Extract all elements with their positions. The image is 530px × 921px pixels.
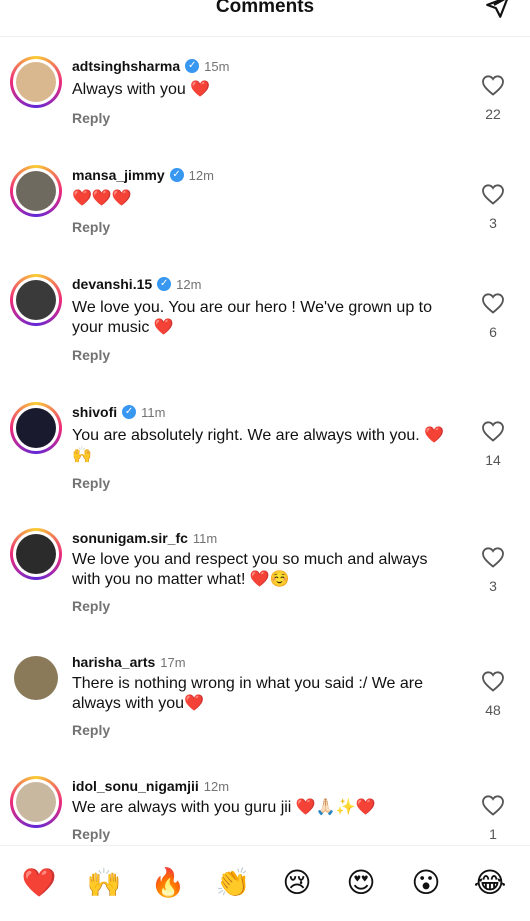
- reaction-heart-eyes-emoji[interactable]: 😍: [341, 866, 381, 900]
- reply-button[interactable]: Reply: [72, 475, 110, 491]
- verified-badge-icon: ✓: [169, 168, 184, 182]
- comment-text: You are absolutely right. We are always …: [72, 427, 445, 464]
- like-count: 1: [489, 826, 497, 842]
- avatar[interactable]: [10, 56, 62, 108]
- comment-text: There is nothing wrong in what you said …: [72, 675, 423, 712]
- reaction-raised-hands-emoji[interactable]: 🙌: [84, 866, 124, 900]
- heart-icon[interactable]: [481, 670, 505, 692]
- reply-button[interactable]: Reply: [72, 826, 110, 842]
- avatar[interactable]: [10, 402, 62, 454]
- username[interactable]: adtsinghsharma: [72, 58, 180, 74]
- comment-text: Always with you ❤️: [72, 81, 211, 98]
- timestamp: 12m: [203, 778, 230, 794]
- username[interactable]: sonunigam.sir_fc: [72, 530, 188, 546]
- comment-text: We are always with you guru jii ❤️🙏🏻✨❤️: [72, 799, 376, 816]
- like-button[interactable]: 3: [480, 546, 506, 594]
- reaction-heart-emoji[interactable]: ❤️: [19, 866, 59, 900]
- like-count: 3: [489, 578, 497, 594]
- timestamp: 12m: [176, 276, 202, 292]
- avatar[interactable]: [10, 528, 62, 580]
- like-button[interactable]: 6: [480, 292, 506, 340]
- timestamp: 12m: [188, 167, 214, 183]
- like-count: 6: [489, 324, 497, 340]
- reaction-laughing-emoji[interactable]: 😂: [470, 866, 510, 900]
- timestamp: 11m: [192, 530, 218, 546]
- like-count: 14: [485, 452, 501, 468]
- username[interactable]: shivofi: [72, 404, 117, 420]
- username[interactable]: idol_sonu_nigamjii: [72, 778, 199, 794]
- reaction-fire-emoji[interactable]: 🔥: [148, 866, 188, 900]
- verified-badge-icon: ✓: [122, 405, 137, 419]
- heart-icon[interactable]: [481, 74, 505, 96]
- like-count: 22: [485, 106, 501, 122]
- like-button[interactable]: 3: [480, 183, 506, 231]
- username[interactable]: devanshi.15: [72, 276, 152, 292]
- verified-badge-icon: ✓: [157, 277, 172, 291]
- comment-text: We love you and respect you so much and …: [72, 551, 428, 588]
- like-count: 3: [489, 215, 497, 231]
- like-button[interactable]: 14: [480, 420, 506, 468]
- heart-icon[interactable]: [481, 794, 505, 816]
- avatar[interactable]: [10, 165, 62, 217]
- reply-button[interactable]: Reply: [72, 347, 110, 363]
- verified-badge-icon: ✓: [185, 59, 200, 73]
- avatar[interactable]: [10, 776, 62, 828]
- header: Comments: [0, 0, 530, 37]
- reply-button[interactable]: Reply: [72, 110, 110, 126]
- reaction-surprised-emoji[interactable]: 😮: [406, 866, 446, 900]
- like-button[interactable]: 48: [480, 670, 506, 718]
- heart-icon[interactable]: [481, 292, 505, 314]
- timestamp: 15m: [204, 58, 230, 74]
- heart-icon[interactable]: [481, 420, 505, 442]
- like-button[interactable]: 1: [480, 794, 506, 842]
- like-button[interactable]: 22: [480, 74, 506, 122]
- reply-button[interactable]: Reply: [72, 722, 110, 738]
- reply-button[interactable]: Reply: [72, 219, 110, 235]
- comment-text: We love you. You are our hero ! We've gr…: [72, 299, 433, 336]
- avatar[interactable]: [10, 274, 62, 326]
- quick-reaction-bar: ❤️ 🙌 🔥 👏 😢 😍 😮 😂: [0, 845, 530, 921]
- reaction-clap-emoji[interactable]: 👏: [213, 866, 253, 900]
- username[interactable]: harisha_arts: [72, 654, 155, 670]
- username[interactable]: mansa_jimmy: [72, 167, 165, 183]
- avatar[interactable]: [10, 652, 62, 704]
- timestamp: 11m: [141, 404, 166, 420]
- heart-icon[interactable]: [481, 183, 505, 205]
- heart-icon[interactable]: [481, 546, 505, 568]
- timestamp: 17m: [160, 654, 186, 670]
- page-title: Comments: [215, 0, 315, 17]
- reply-button[interactable]: Reply: [72, 598, 110, 614]
- reaction-crying-emoji[interactable]: 😢: [277, 866, 317, 900]
- paper-plane-icon[interactable]: [484, 0, 510, 20]
- comment-text: ❤️❤️❤️: [72, 190, 132, 207]
- like-count: 48: [485, 702, 501, 718]
